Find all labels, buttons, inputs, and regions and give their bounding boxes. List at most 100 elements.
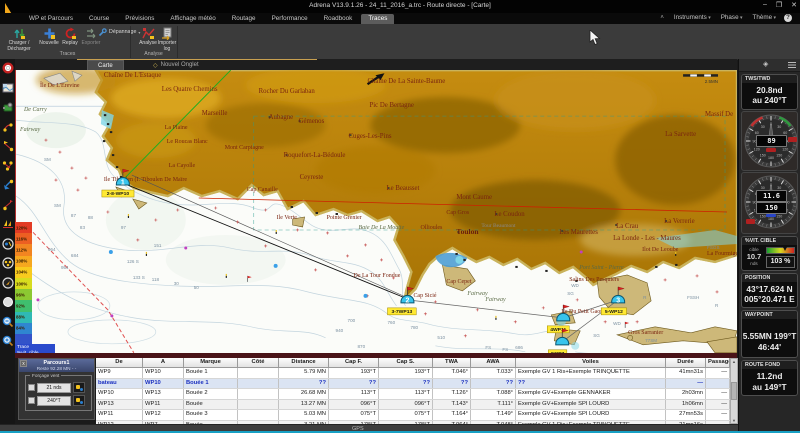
- pin-icon[interactable]: ◈: [763, 60, 768, 68]
- maximize-button[interactable]: ❐: [776, 1, 782, 9]
- table-row[interactable]: bateauWP10Bouée 1????????????—: [96, 379, 730, 390]
- chart-label: FSGS: [707, 245, 719, 250]
- scroll-down-icon[interactable]: ▼: [732, 418, 736, 423]
- track-flag-arrow-icon[interactable]: [2, 198, 14, 210]
- hamburger-icon[interactable]: [788, 62, 796, 68]
- chart-label: 940: [336, 328, 344, 333]
- scroll-up-icon[interactable]: ▲: [732, 359, 736, 364]
- track-marks-icon[interactable]: [2, 159, 14, 171]
- route-panel-title: Parcours1: [19, 359, 94, 366]
- svg-text:3-7WP13: 3-7WP13: [391, 309, 412, 315]
- table-row[interactable]: WP9WP10Bouée 15.79 MN193°T193°TT.046°T.0…: [96, 368, 730, 379]
- column-header[interactable]: Durée: [666, 358, 706, 367]
- menu-tab[interactable]: Prévisions: [118, 14, 161, 24]
- menu-tab[interactable]: Roadbook: [317, 14, 360, 24]
- menu-tab[interactable]: Course: [82, 14, 116, 24]
- cog-value: au 149°T: [742, 382, 797, 392]
- scale-band: 92%: [15, 300, 32, 311]
- wind-speed-picker-button[interactable]: [73, 382, 85, 393]
- table-row[interactable]: WP11WP12Bouée 35.03 MN075°T075°TT.164°T.…: [96, 410, 730, 421]
- chart-map-icon[interactable]: [2, 81, 14, 93]
- close-route-panel-button[interactable]: x: [20, 360, 27, 367]
- close-button[interactable]: ✕: [791, 1, 797, 9]
- column-header[interactable]: Côté: [238, 358, 279, 367]
- scroll-thumb[interactable]: [731, 382, 737, 400]
- menu-tab[interactable]: WP et Parcours: [22, 14, 80, 24]
- target-speed-percent: 103 %: [766, 256, 795, 268]
- nautical-chart[interactable]: 2.5MN Chaîne De L'EstaqueÎle De L'Erevin…: [15, 70, 737, 353]
- ribbon: Charger / Décharger Nouvelle Replay Expo…: [0, 24, 800, 60]
- table-row[interactable]: WP13WP11Bouée13.27 MN096°T096°TT.143°T.1…: [96, 400, 730, 411]
- column-header[interactable]: TWA: [433, 358, 471, 367]
- column-header[interactable]: A: [143, 358, 184, 367]
- life-ring-icon[interactable]: [2, 61, 14, 73]
- waypoint-panel: WAYPOINT 5.55MN 199°T 46:44': [741, 310, 798, 358]
- chart-label: FS: [502, 347, 508, 352]
- chart-label: 686: [515, 345, 523, 350]
- menu-tab[interactable]: Performance: [265, 14, 315, 24]
- table-cell: [238, 400, 279, 410]
- wind-dir-input[interactable]: [37, 396, 71, 406]
- route-panel-header[interactable]: x Parcours1 Reste 92.28 MN - -: [19, 359, 94, 372]
- wind-dir-checkbox[interactable]: [28, 397, 35, 404]
- column-header[interactable]: Distance: [279, 358, 329, 367]
- column-header[interactable]: Passage à: [706, 358, 730, 367]
- wind-speed-checkbox[interactable]: [28, 384, 35, 391]
- title-bar[interactable]: Adrena V13.9.1.26 - 24_11_2016_a.trc - R…: [0, 0, 800, 13]
- table-cell: WP11: [143, 400, 184, 410]
- svg-text:5-WP12: 5-WP12: [605, 309, 623, 315]
- menu-tab[interactable]: Traces: [361, 14, 394, 24]
- table-cell: T.149°: [471, 410, 516, 420]
- zoom-out-icon[interactable]: [2, 315, 14, 327]
- table-cell: Exemple GV 1 Ris+Exemple TRINQUETTE: [516, 368, 666, 378]
- table-row[interactable]: WP10WP13Bouée 226.68 MN113°T113°TT.126°T…: [96, 389, 730, 400]
- help-icon[interactable]: ?: [784, 14, 792, 22]
- compass-icon[interactable]: [2, 276, 14, 288]
- chart-label: FS: [485, 345, 491, 350]
- circle-zoom-icon[interactable]: [2, 237, 14, 249]
- column-header[interactable]: Cap S.: [379, 358, 433, 367]
- menu-instruments[interactable]: Instruments: [674, 14, 711, 21]
- chart-label: Le Beausset: [386, 185, 419, 192]
- table-cell: bateau: [96, 379, 143, 389]
- collapse-ribbon-icon[interactable]: ˄: [660, 15, 664, 21]
- chart-label: FSSH: [687, 295, 699, 300]
- mouse-cursor: [589, 30, 601, 46]
- tab-new[interactable]: ◇Nouvel Onglet: [143, 60, 209, 70]
- menu-theme[interactable]: Thème: [752, 14, 776, 21]
- engine-icon[interactable]: [2, 100, 14, 112]
- menu-phase[interactable]: Phase: [721, 14, 743, 21]
- table-cell: 41mn31s: [666, 368, 706, 378]
- white-circle-icon[interactable]: [2, 295, 14, 307]
- waypoint-table[interactable]: DeAMarqueCôtéDistanceCap F.Cap S.TWAAWAV…: [96, 358, 730, 424]
- column-header[interactable]: De: [96, 358, 143, 367]
- zoom-in-icon[interactable]: [2, 334, 14, 346]
- menu-tab[interactable]: Affichage météo: [163, 14, 222, 24]
- column-header[interactable]: AWA: [471, 358, 516, 367]
- waypoint-label: 2-8-WP10: [102, 190, 134, 197]
- wind-speed-input[interactable]: [37, 383, 71, 393]
- table-cell: WP10: [143, 379, 184, 389]
- column-header[interactable]: Marque: [184, 358, 238, 367]
- table-cell: WP13: [96, 400, 143, 410]
- track-arrow-icon[interactable]: [2, 178, 14, 190]
- table-cell: Exemple GV+Exemple SPI LOURD: [516, 410, 666, 420]
- table-cell: WP12: [143, 410, 184, 420]
- scale-label: 2.5MN: [705, 79, 718, 84]
- column-header[interactable]: Cap F.: [329, 358, 379, 367]
- chart-label: 77SM: [645, 338, 657, 343]
- track-curve-icon[interactable]: [2, 120, 14, 132]
- minimize-button[interactable]: –: [763, 1, 767, 9]
- table-cell: WP9: [96, 368, 143, 378]
- scale-band: 108%: [15, 256, 32, 267]
- chart-label: Cuges-Les-Pins: [349, 133, 392, 140]
- column-header[interactable]: Voiles: [516, 358, 666, 367]
- wind-dir-picker-button[interactable]: [73, 395, 85, 406]
- chart-label: 870: [358, 344, 366, 349]
- circle-marks-icon[interactable]: [2, 256, 14, 268]
- sails-icon[interactable]: [2, 217, 14, 229]
- menu-tab[interactable]: Routage: [225, 14, 263, 24]
- track-flags-icon[interactable]: [2, 139, 14, 151]
- svg-text:180: 180: [768, 217, 774, 221]
- table-scrollbar[interactable]: ▲ ▼: [730, 358, 738, 424]
